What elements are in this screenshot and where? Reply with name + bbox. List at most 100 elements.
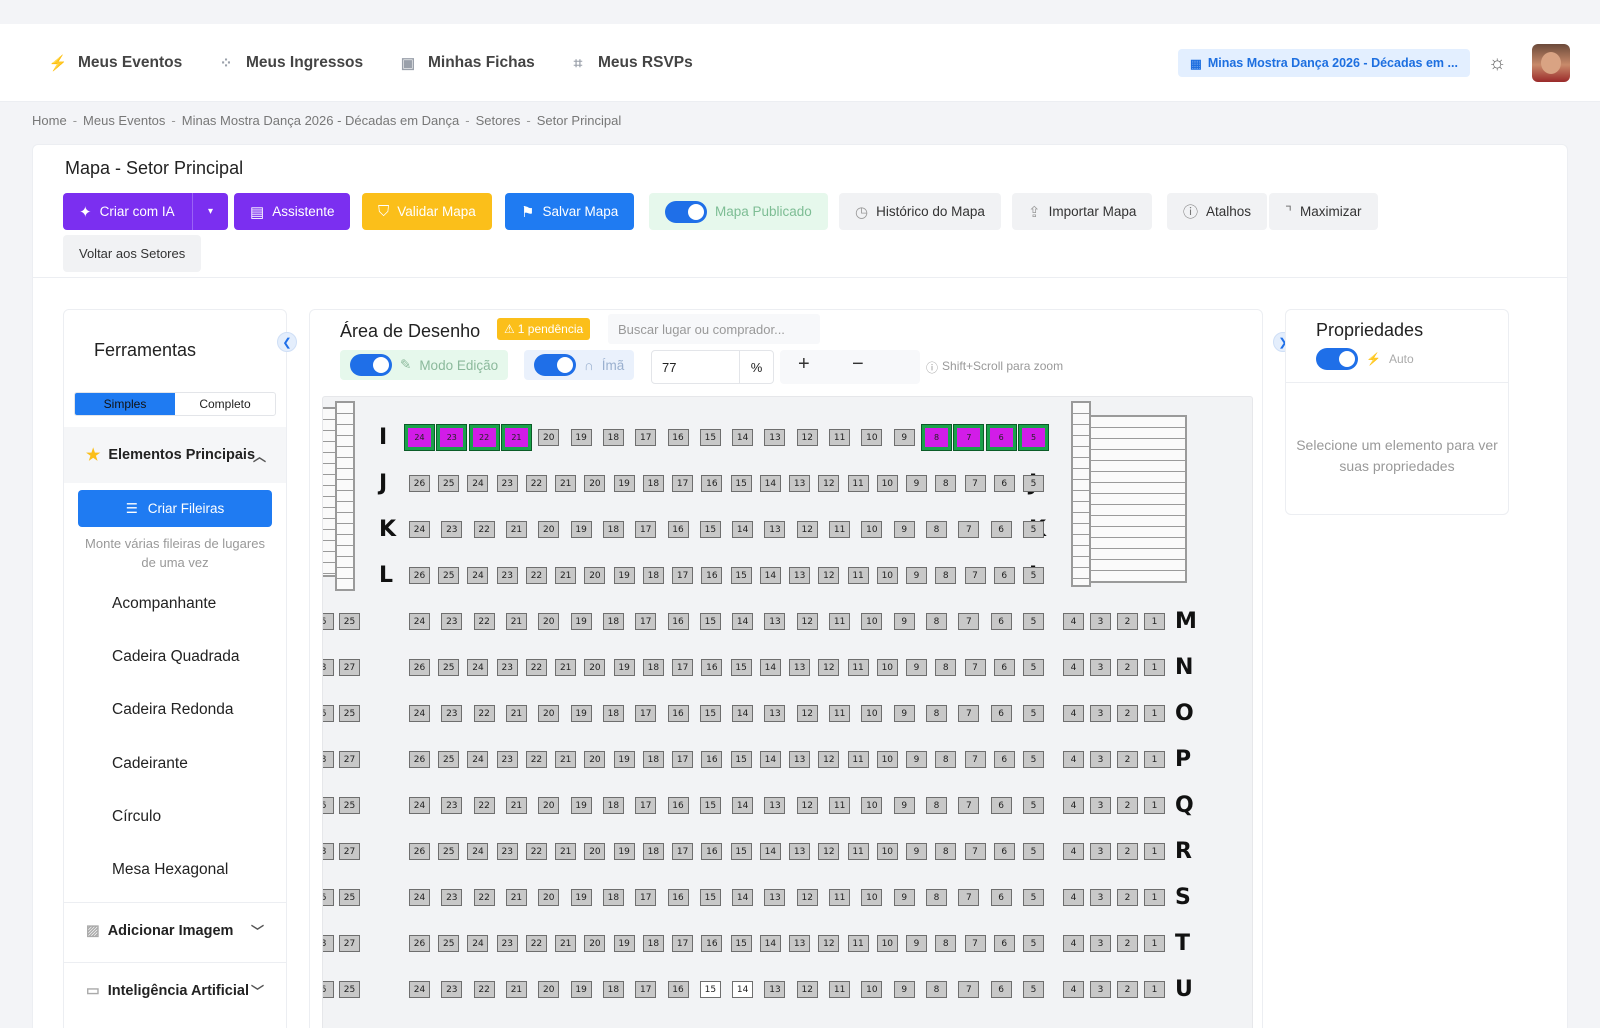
seat[interactable]: 10 bbox=[861, 429, 883, 446]
seat[interactable]: 23 bbox=[441, 981, 463, 998]
zoom-input[interactable]: 77 % bbox=[651, 350, 774, 384]
seat[interactable]: 24 bbox=[467, 935, 489, 952]
seat[interactable]: 24 bbox=[467, 567, 489, 584]
seat[interactable]: 18 bbox=[602, 889, 624, 906]
seat-left[interactable]: 25 bbox=[339, 797, 360, 814]
seat[interactable]: 7 bbox=[964, 567, 986, 584]
seat[interactable]: 12 bbox=[796, 705, 818, 722]
seat[interactable]: 20 bbox=[584, 475, 606, 492]
seat-selected[interactable]: 22 bbox=[468, 424, 500, 451]
seat[interactable]: 5 bbox=[1023, 475, 1044, 492]
seat[interactable]: 8 bbox=[935, 935, 957, 952]
publish-toggle-switch[interactable] bbox=[665, 200, 707, 223]
seat[interactable]: 18 bbox=[642, 659, 664, 676]
seat-left[interactable]: 25 bbox=[339, 613, 360, 630]
seat-right[interactable]: 3 bbox=[1090, 843, 1111, 860]
theme-toggle-sun-icon[interactable]: ☼ bbox=[1488, 52, 1506, 75]
seat[interactable]: 20 bbox=[538, 797, 560, 814]
seat-right[interactable]: 4 bbox=[1063, 797, 1084, 814]
seat[interactable]: 17 bbox=[635, 981, 657, 998]
seat[interactable]: 26 bbox=[409, 843, 430, 860]
seat[interactable]: 22 bbox=[473, 889, 495, 906]
seat-right[interactable]: 2 bbox=[1117, 981, 1138, 998]
seat-right[interactable]: 4 bbox=[1063, 613, 1084, 630]
seat-map-canvas[interactable]: II24232221201918171615141312111098765JJ2… bbox=[322, 396, 1253, 1028]
seat[interactable]: 5 bbox=[1023, 981, 1044, 998]
breadcrumb-setores[interactable]: Setores bbox=[476, 113, 521, 128]
seat[interactable]: 16 bbox=[667, 889, 689, 906]
seat-left[interactable]: 6 bbox=[323, 613, 334, 630]
seat[interactable]: 21 bbox=[505, 889, 527, 906]
mapa-publicado-toggle[interactable]: Mapa Publicado bbox=[649, 193, 828, 230]
seat[interactable]: 8 bbox=[926, 981, 948, 998]
seat[interactable]: 17 bbox=[672, 751, 694, 768]
seat[interactable]: 11 bbox=[847, 659, 869, 676]
event-selector[interactable]: ▦ Minas Mostra Dança 2026 - Décadas em ..… bbox=[1178, 49, 1470, 77]
seat[interactable]: 9 bbox=[893, 521, 915, 538]
seat[interactable]: 24 bbox=[467, 659, 489, 676]
seat-right[interactable]: 1 bbox=[1144, 659, 1165, 676]
seat[interactable]: 21 bbox=[505, 521, 527, 538]
seat-right[interactable]: 2 bbox=[1117, 705, 1138, 722]
seat[interactable]: 17 bbox=[635, 705, 657, 722]
historico-button[interactable]: ◷ Histórico do Mapa bbox=[839, 193, 1001, 230]
seat[interactable]: 10 bbox=[876, 751, 898, 768]
seat-right[interactable]: 4 bbox=[1063, 751, 1084, 768]
nav-meus-ingressos[interactable]: ⁘ Meus Ingressos bbox=[216, 24, 363, 102]
seat[interactable]: 17 bbox=[672, 475, 694, 492]
seat[interactable]: 21 bbox=[555, 659, 577, 676]
seat[interactable]: 11 bbox=[829, 797, 851, 814]
seat[interactable]: 20 bbox=[538, 981, 560, 998]
seat[interactable]: 18 bbox=[602, 981, 624, 998]
seat[interactable]: 22 bbox=[473, 797, 495, 814]
seat[interactable]: 20 bbox=[538, 521, 560, 538]
seat[interactable]: 19 bbox=[613, 935, 635, 952]
seat-left[interactable]: 6 bbox=[323, 981, 334, 998]
seat[interactable]: 11 bbox=[847, 567, 869, 584]
seat[interactable]: 14 bbox=[759, 751, 781, 768]
seat[interactable]: 16 bbox=[701, 475, 723, 492]
seat[interactable]: 5 bbox=[1023, 659, 1044, 676]
seat[interactable]: 17 bbox=[672, 843, 694, 860]
nav-meus-rsvps[interactable]: ⌗ Meus RSVPs bbox=[568, 24, 693, 102]
seat-right[interactable]: 1 bbox=[1144, 751, 1165, 768]
seat[interactable]: 23 bbox=[441, 521, 463, 538]
seat[interactable]: 21 bbox=[555, 935, 577, 952]
seat[interactable]: 16 bbox=[701, 935, 723, 952]
zoom-value[interactable]: 77 bbox=[652, 351, 739, 383]
seat[interactable]: 22 bbox=[473, 613, 495, 630]
seat-search-input[interactable]: Buscar lugar ou comprador... bbox=[608, 314, 820, 344]
seat-selected[interactable]: 6 bbox=[985, 424, 1017, 451]
seat[interactable]: 5 bbox=[1023, 567, 1044, 584]
seat[interactable]: 7 bbox=[958, 705, 980, 722]
seat[interactable]: 12 bbox=[796, 889, 818, 906]
seat[interactable]: 26 bbox=[409, 935, 430, 952]
seat[interactable]: 18 bbox=[642, 475, 664, 492]
edit-mode-switch[interactable] bbox=[350, 354, 392, 376]
seat-right[interactable]: 3 bbox=[1090, 889, 1111, 906]
seat[interactable]: 18 bbox=[602, 521, 624, 538]
seat[interactable]: 5 bbox=[1023, 751, 1044, 768]
seat[interactable]: 14 bbox=[732, 429, 754, 446]
seat[interactable]: 20 bbox=[538, 429, 560, 446]
seat[interactable]: 18 bbox=[642, 567, 664, 584]
seat[interactable]: 17 bbox=[635, 521, 657, 538]
seat[interactable]: 25 bbox=[438, 659, 460, 676]
seat[interactable]: 7 bbox=[964, 843, 986, 860]
tool-cadeirante[interactable]: Cadeirante bbox=[112, 755, 188, 773]
seat[interactable]: 19 bbox=[570, 705, 592, 722]
seat[interactable]: 15 bbox=[730, 843, 752, 860]
seat[interactable]: 23 bbox=[441, 613, 463, 630]
breadcrumb-event[interactable]: Minas Mostra Dança 2026 - Décadas em Dan… bbox=[182, 113, 459, 128]
seat-left[interactable]: 27 bbox=[339, 935, 360, 952]
seat[interactable]: 22 bbox=[473, 981, 495, 998]
seat[interactable]: 14 bbox=[732, 889, 754, 906]
seat[interactable]: 24 bbox=[409, 705, 430, 722]
seat[interactable]: 21 bbox=[555, 567, 577, 584]
seat-right[interactable]: 4 bbox=[1063, 843, 1084, 860]
seat[interactable]: 17 bbox=[672, 659, 694, 676]
seat[interactable]: 8 bbox=[926, 521, 948, 538]
seat[interactable]: 16 bbox=[667, 613, 689, 630]
seat[interactable]: 6 bbox=[993, 843, 1015, 860]
maximizar-button[interactable]: ⌝ Maximizar bbox=[1269, 193, 1378, 230]
